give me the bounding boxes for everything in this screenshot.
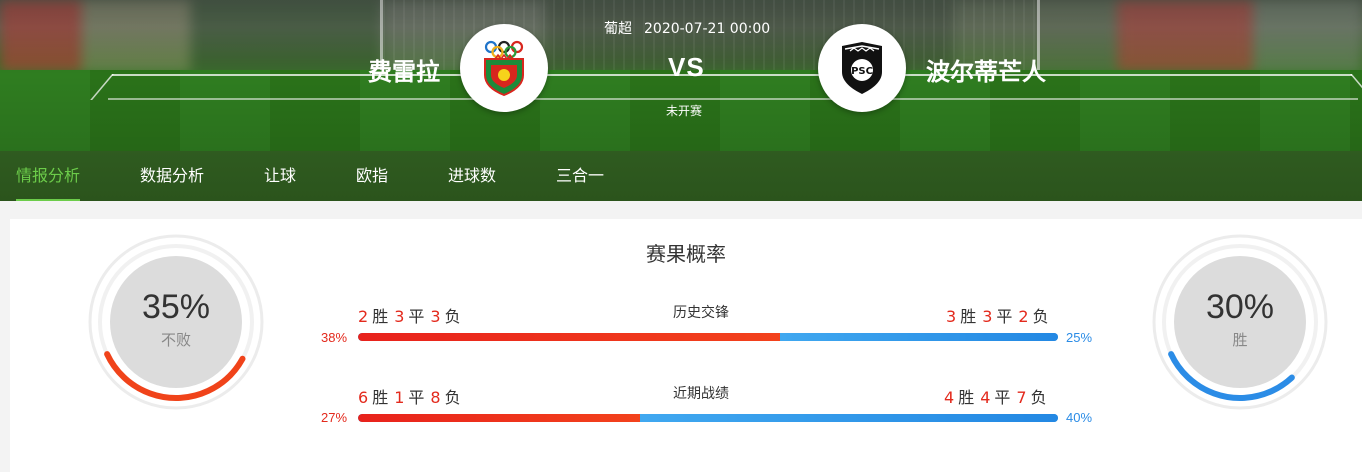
record-wins: 4	[944, 388, 955, 407]
record-wins: 6	[358, 388, 369, 407]
head-to-head-home-record: 2胜3平3负	[358, 303, 467, 327]
record-draws: 3	[982, 307, 993, 326]
tab-goals[interactable]: 进球数	[448, 151, 496, 201]
record-draws: 4	[980, 388, 991, 407]
away-ring-percent: 30%	[1205, 288, 1275, 326]
record-losses: 8	[430, 388, 441, 407]
record-draws: 3	[394, 307, 405, 326]
win-word: 胜	[372, 388, 389, 407]
head-to-head-bar	[358, 333, 1058, 341]
head-to-head-away-fill	[780, 333, 1058, 341]
loss-word: 负	[444, 388, 461, 407]
match-status: 未开赛	[666, 104, 703, 118]
tab-intel-analysis[interactable]: 情报分析	[16, 151, 81, 201]
home-probability-ring: 35% 不败	[88, 234, 264, 410]
record-wins: 3	[946, 307, 957, 326]
loss-word: 负	[1030, 388, 1047, 407]
draw-word: 平	[408, 307, 425, 326]
head-to-head-home-percent: 38%	[321, 330, 348, 345]
away-ring-label: 胜	[1232, 331, 1248, 349]
recent-form-bar	[358, 414, 1058, 422]
away-team-name[interactable]: 波尔蒂芒人	[926, 52, 1046, 87]
recent-form-home-percent: 27%	[321, 410, 348, 425]
win-word: 胜	[958, 388, 975, 407]
record-draws: 1	[394, 388, 405, 407]
head-to-head-label: 历史交锋	[673, 305, 729, 321]
tab-european-odds[interactable]: 欧指	[356, 151, 388, 201]
tab-three-in-one[interactable]: 三合一	[556, 151, 604, 201]
away-ring-center: 30% 胜	[1174, 256, 1306, 388]
recent-form-home-record: 6胜1平8负	[358, 384, 467, 408]
head-to-head-away-record: 3胜3平2负	[946, 303, 1055, 327]
draw-word: 平	[996, 307, 1013, 326]
home-ring-label: 不败	[160, 331, 191, 349]
home-team-name[interactable]: 费雷拉	[368, 52, 440, 87]
recent-form-home-fill	[358, 414, 641, 422]
tab-handicap[interactable]: 让球	[264, 151, 296, 201]
win-word: 胜	[372, 307, 389, 326]
away-probability-ring: 30% 胜	[1152, 234, 1328, 410]
match-datetime: 2020-07-21 00:00	[644, 21, 771, 37]
recent-form-away-record: 4胜4平7负	[944, 384, 1053, 408]
record-wins: 2	[358, 307, 369, 326]
record-losses: 3	[430, 307, 441, 326]
away-crest-svg: PSC	[842, 42, 882, 94]
head-to-head-home-fill	[358, 333, 781, 341]
recent-form-label: 近期战绩	[673, 386, 729, 402]
draw-word: 平	[408, 388, 425, 407]
pacos-ferreira-crest-icon[interactable]	[460, 24, 548, 112]
loss-word: 负	[444, 307, 461, 326]
home-ring-percent: 35%	[141, 288, 211, 326]
record-losses: 2	[1018, 307, 1029, 326]
head-to-head-away-percent: 25%	[1066, 330, 1093, 345]
portimonense-crest-icon[interactable]: PSC	[818, 24, 906, 112]
tab-data-analysis[interactable]: 数据分析	[140, 151, 204, 201]
analysis-tabs: 情报分析 数据分析 让球 欧指 进球数 三合一	[0, 151, 1362, 201]
win-word: 胜	[960, 307, 977, 326]
draw-word: 平	[994, 388, 1011, 407]
svg-text:PSC: PSC	[851, 66, 873, 77]
match-header: 葡超 2020-07-21 00:00 费雷拉 VS 未开赛 PSC 波尔蒂芒人	[0, 0, 1362, 151]
league-date: 葡超 2020-07-21 00:00	[604, 18, 782, 38]
loss-word: 负	[1032, 307, 1049, 326]
recent-form-away-fill	[640, 414, 1058, 422]
recent-form-away-percent: 40%	[1066, 410, 1093, 425]
home-crest-svg	[484, 40, 524, 97]
record-losses: 7	[1016, 388, 1027, 407]
versus-label: VS	[668, 52, 705, 82]
league-name: 葡超	[604, 21, 632, 37]
home-ring-center: 35% 不败	[110, 256, 242, 388]
result-probability-panel: 赛果概率 35% 不败 30% 胜 历史交锋 2胜3平3负 3胜3平2负 38%	[10, 219, 1362, 472]
